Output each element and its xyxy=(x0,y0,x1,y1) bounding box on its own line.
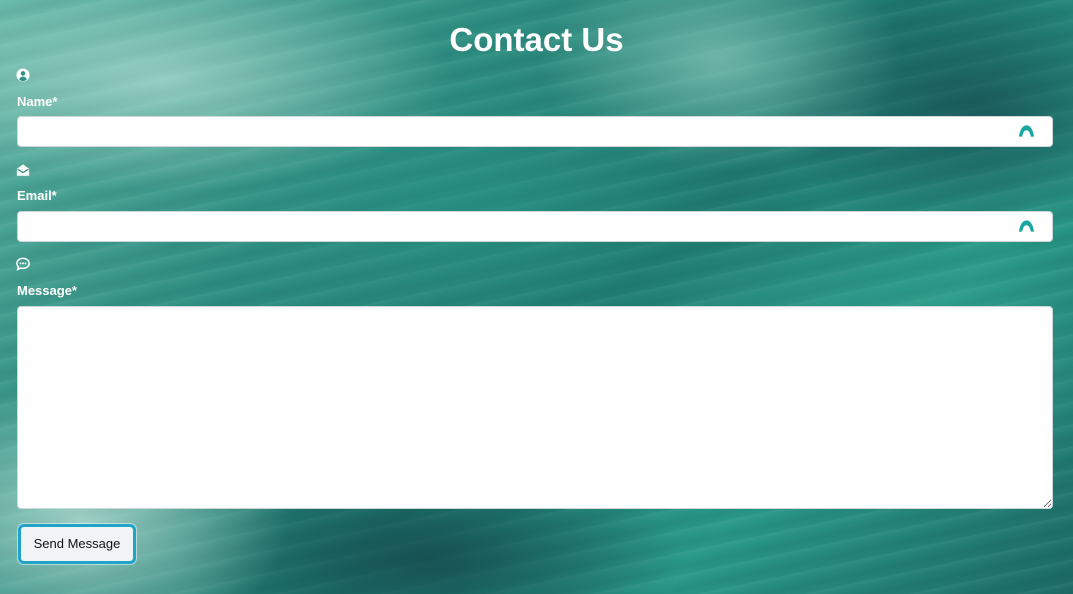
page-title: Contact Us xyxy=(449,21,624,58)
send-message-button[interactable]: Send Message xyxy=(18,524,136,564)
email-label: Email* xyxy=(17,188,57,203)
message-label: Message* xyxy=(17,283,77,298)
envelope-open-icon xyxy=(16,164,30,176)
email-input[interactable] xyxy=(17,211,1053,242)
comment-dots-icon xyxy=(16,257,30,271)
user-circle-icon xyxy=(16,68,30,82)
autofill-extension-icon[interactable] xyxy=(1018,219,1035,233)
name-label: Name* xyxy=(17,94,58,109)
message-textarea[interactable] xyxy=(17,306,1053,509)
autofill-extension-icon[interactable] xyxy=(1018,124,1035,138)
name-input[interactable] xyxy=(17,116,1053,147)
